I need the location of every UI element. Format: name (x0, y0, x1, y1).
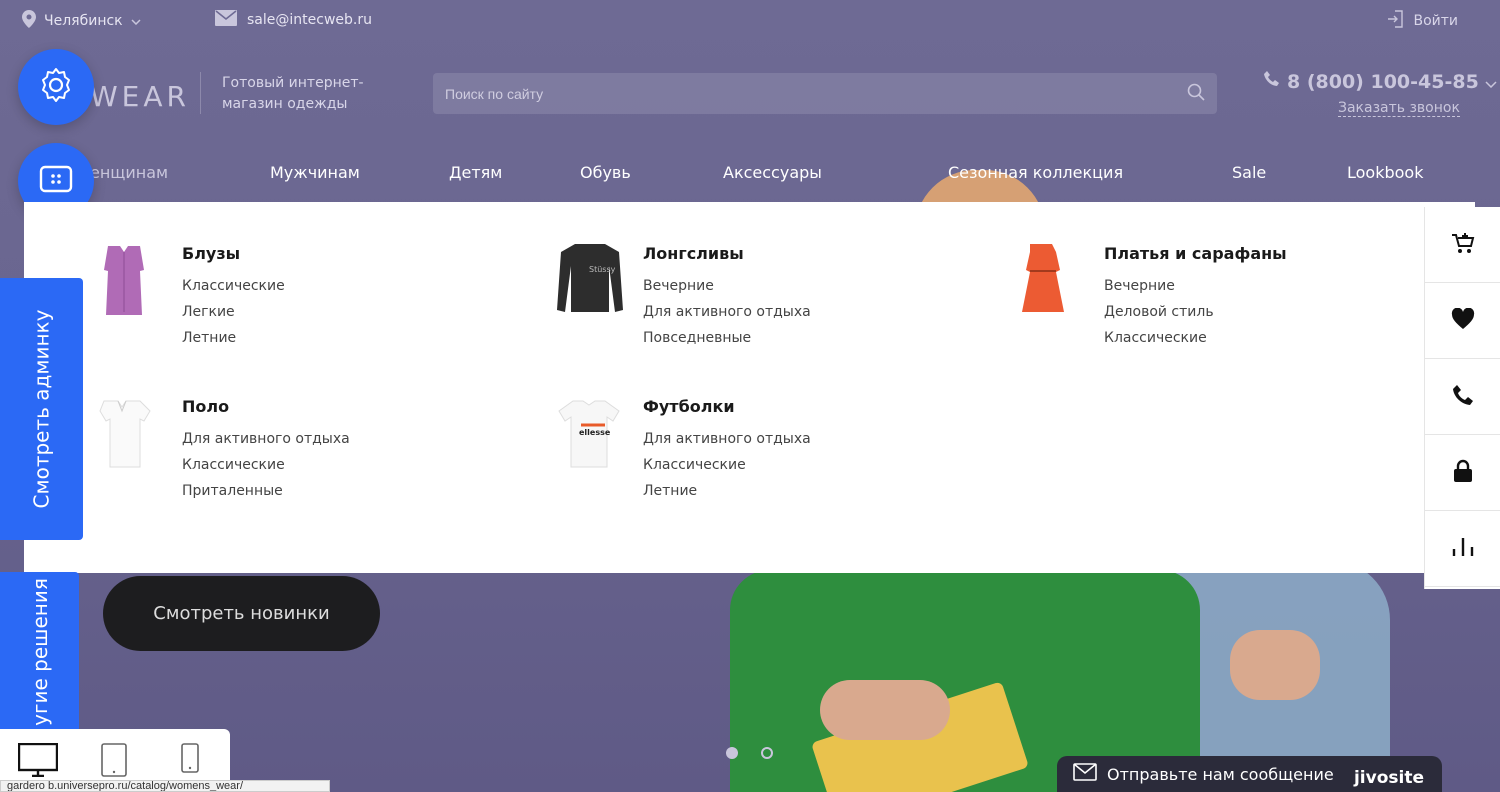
search-input[interactable] (445, 85, 1187, 102)
dress-image[interactable] (1016, 242, 1086, 318)
longsleeve-image[interactable]: Stüssy (555, 242, 625, 318)
view-admin-label: Смотреть админку (29, 309, 54, 509)
subcategory-link[interactable]: Для активного отдыха (643, 431, 811, 447)
chat-message-label: Отправьте нам сообщение (1107, 764, 1334, 784)
subcategory-link[interactable]: Классические (643, 457, 746, 473)
subcategory-link[interactable]: Классические (182, 278, 285, 294)
view-new-arrivals-button[interactable]: Смотреть новинки (103, 576, 380, 651)
mobile-icon (181, 743, 199, 777)
settings-button[interactable] (18, 49, 94, 125)
cart-button[interactable] (1425, 207, 1500, 283)
status-bar-url: gardero b.universepro.ru/catalog/womens_… (0, 780, 330, 792)
desktop-icon (17, 742, 59, 781)
svg-text:ellesse: ellesse (579, 428, 611, 437)
view-admin-tab[interactable]: Смотреть админку (0, 278, 83, 540)
subcategory-link[interactable]: Легкие (182, 304, 235, 320)
chat-widget[interactable]: Отправьте нам сообщение jivosite (1057, 756, 1442, 792)
subcategory-link[interactable]: Для активного отдыха (182, 431, 350, 447)
chevron-down-icon (131, 13, 141, 29)
phone-icon (1263, 70, 1281, 93)
tshirt-image[interactable]: ellesse (555, 395, 625, 471)
category-title[interactable]: Футболки (643, 397, 735, 416)
nav-item-lookbook[interactable]: Lookbook (1347, 163, 1423, 182)
category-title[interactable]: Платья и сарафаны (1104, 244, 1287, 263)
heart-icon (1451, 307, 1475, 334)
nav-item-women[interactable]: енщинам (90, 163, 168, 182)
main-navigation: енщинам Мужчинам Детям Обувь Аксессуары … (0, 160, 1500, 186)
subcategory-link[interactable]: Классические (1104, 330, 1207, 346)
envelope-icon (215, 10, 237, 30)
lock-icon (1453, 459, 1473, 487)
nav-item-men[interactable]: Мужчинам (270, 163, 360, 182)
subcategory-link[interactable]: Приталенные (182, 483, 283, 499)
callback-link[interactable]: Заказать звонок (1338, 100, 1460, 117)
category-title[interactable]: Лонгсливы (643, 244, 744, 263)
polo-image[interactable] (94, 395, 164, 471)
account-button[interactable] (1425, 435, 1500, 511)
svg-text:Stüssy: Stüssy (589, 265, 616, 274)
cart-icon (1451, 231, 1475, 259)
city-label: Челябинск (44, 13, 123, 29)
subcategory-link[interactable]: Для активного отдыха (643, 304, 811, 320)
subcategory-link[interactable]: Вечерние (643, 278, 714, 294)
top-bar: Челябинск sale@intecweb.ru Войти (0, 0, 1500, 40)
email-link[interactable]: sale@intecweb.ru (215, 10, 372, 30)
mobile-view-button[interactable] (181, 743, 199, 777)
logo-divider (200, 72, 201, 114)
slider-dot[interactable] (761, 747, 773, 759)
nav-item-seasonal[interactable]: Сезонная коллекция (948, 163, 1123, 182)
nav-item-shoes[interactable]: Обувь (580, 163, 631, 182)
hero-hand (1230, 630, 1320, 700)
call-button[interactable] (1425, 359, 1500, 435)
nav-item-sale[interactable]: Sale (1232, 163, 1266, 182)
envelope-icon (1073, 763, 1097, 785)
subcategory-link[interactable]: Вечерние (1104, 278, 1175, 294)
layout-blocks-icon (39, 165, 73, 197)
nav-item-accessories[interactable]: Аксессуары (723, 163, 822, 182)
other-solutions-label: угие решения (27, 578, 52, 726)
mega-menu-dropdown: Блузы Классические Легкие Летние Stüssy … (24, 202, 1475, 573)
tablet-view-button[interactable] (101, 743, 127, 781)
desktop-view-button[interactable] (17, 742, 59, 781)
subcategory-link[interactable]: Деловой стиль (1104, 304, 1214, 320)
category-title[interactable]: Поло (182, 397, 229, 416)
slider-dot-active[interactable] (726, 747, 738, 759)
nav-item-kids[interactable]: Детям (449, 163, 502, 182)
other-solutions-tab[interactable]: угие решения (0, 572, 79, 732)
phone-number[interactable]: 8 (800) 100-45-85 (1263, 70, 1497, 93)
favorites-button[interactable] (1425, 283, 1500, 359)
compare-button[interactable] (1425, 511, 1500, 587)
site-tagline: Готовый интернет-магазин одежды (222, 75, 364, 112)
search-icon[interactable] (1187, 83, 1205, 105)
chevron-down-icon (1485, 71, 1497, 93)
right-toolbar (1424, 207, 1500, 589)
blouse-image[interactable] (94, 242, 164, 318)
jivosite-logo: jivosite (1353, 768, 1424, 788)
login-link[interactable]: Войти (1387, 10, 1458, 32)
category-title[interactable]: Блузы (182, 244, 240, 263)
email-label: sale@intecweb.ru (247, 12, 372, 28)
gear-icon (37, 66, 75, 108)
phone-label: 8 (800) 100-45-85 (1287, 70, 1479, 93)
login-label: Войти (1413, 13, 1458, 29)
hero-hand (820, 680, 950, 740)
tablet-icon (101, 743, 127, 781)
subcategory-link[interactable]: Летние (182, 330, 236, 346)
site-logo[interactable]: WEAR (90, 80, 190, 113)
subcategory-link[interactable]: Летние (643, 483, 697, 499)
city-selector[interactable]: Челябинск (22, 10, 141, 32)
subcategory-link[interactable]: Классические (182, 457, 285, 473)
search-bar[interactable] (433, 73, 1217, 114)
subcategory-link[interactable]: Повседневные (643, 330, 751, 346)
phone-icon (1452, 384, 1474, 410)
location-pin-icon (22, 10, 36, 32)
compare-bars-icon (1451, 537, 1475, 561)
login-icon (1387, 10, 1404, 32)
